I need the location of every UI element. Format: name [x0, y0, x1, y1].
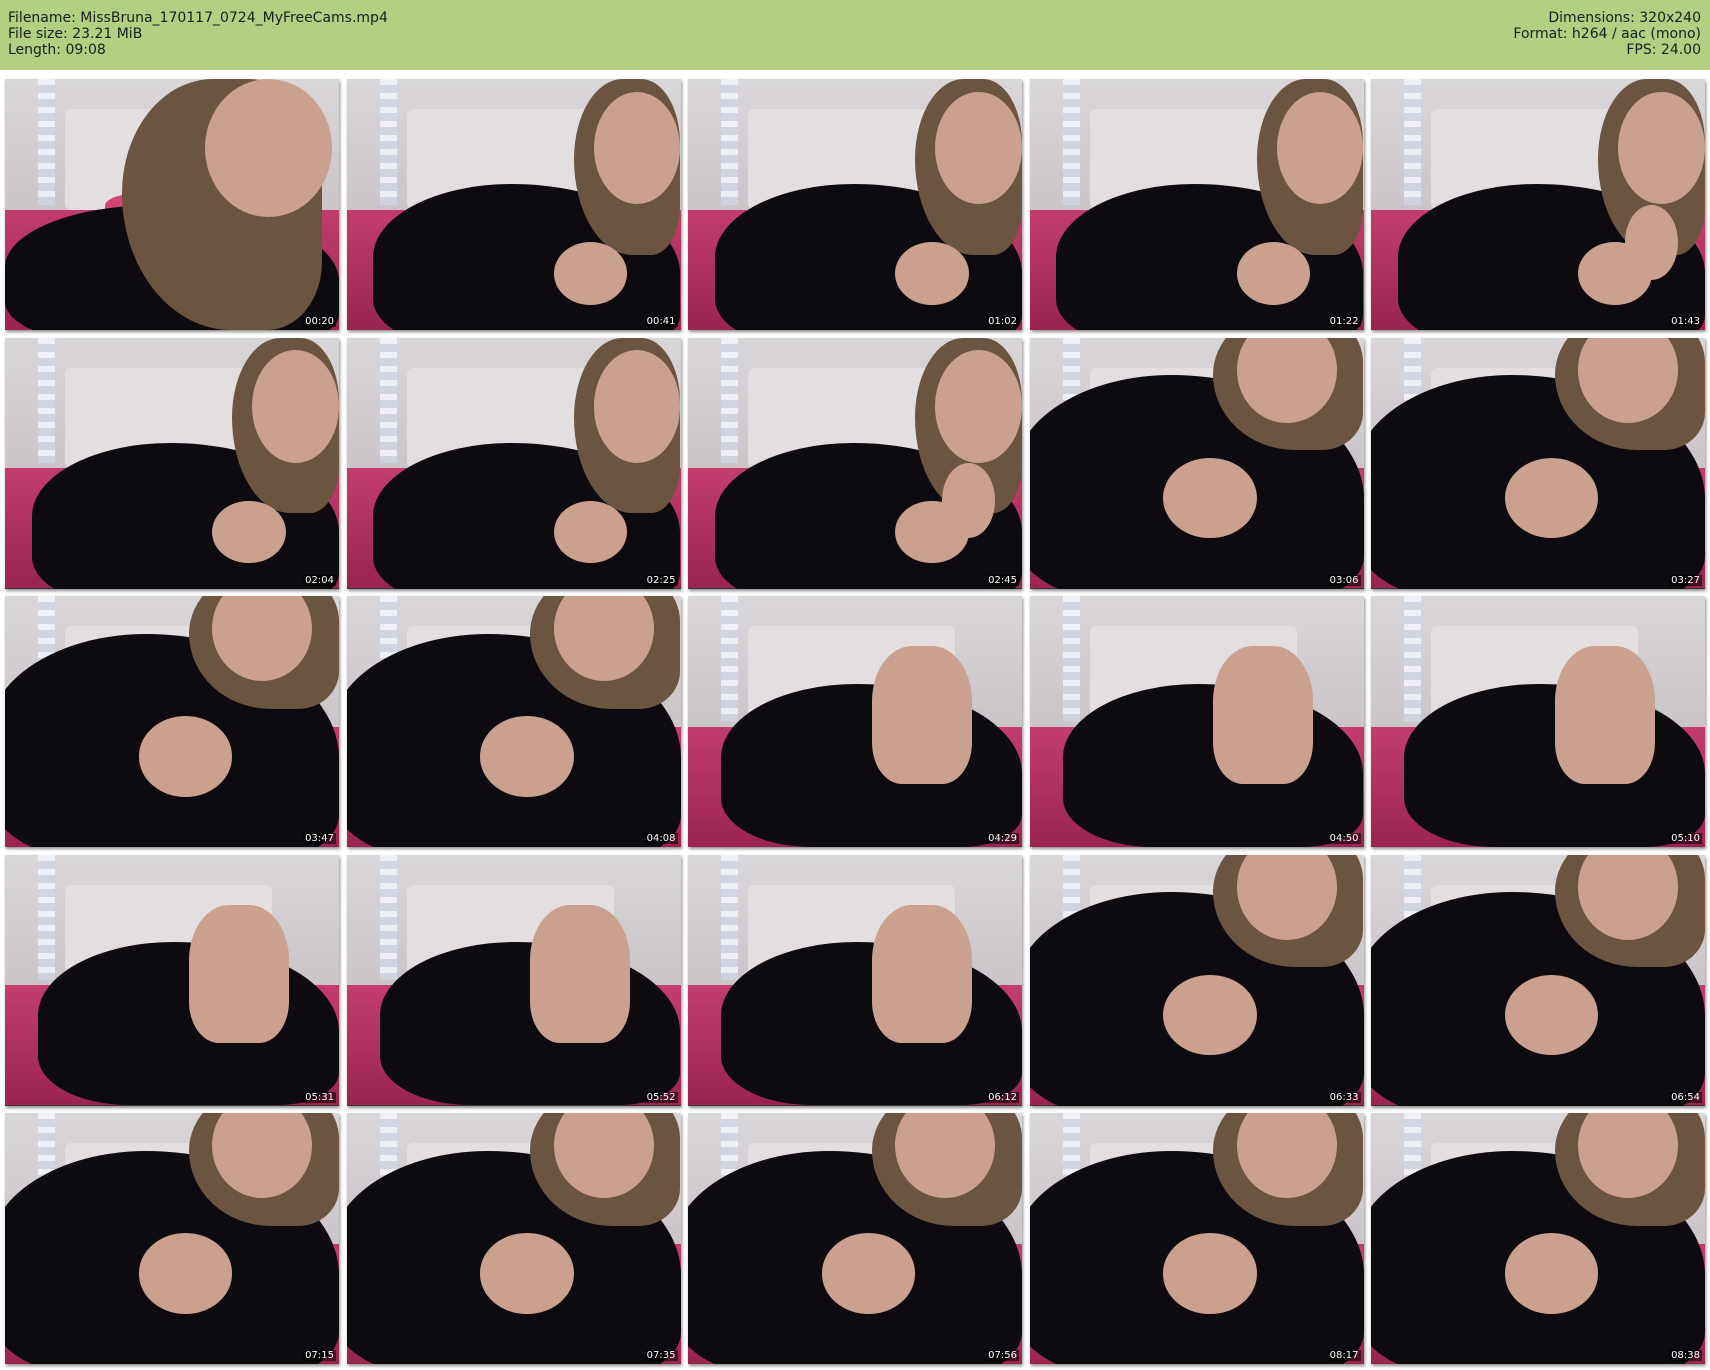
- thumbnail-image: [688, 337, 1022, 589]
- video-thumbnail[interactable]: 05:52: [346, 854, 681, 1106]
- thumbnail-timestamp: 08:38: [1669, 1350, 1702, 1361]
- format-text: Format: h264 / aac (mono): [1513, 26, 1701, 42]
- video-thumbnail[interactable]: 06:54: [1371, 854, 1705, 1106]
- thumbnail-timestamp: 02:04: [303, 574, 336, 586]
- video-thumbnail[interactable]: 05:31: [5, 854, 339, 1106]
- thumbnail-timestamp: 02:45: [986, 574, 1019, 586]
- thumbnail-timestamp: 02:25: [644, 574, 678, 586]
- video-thumbnail[interactable]: 04:29: [688, 596, 1022, 847]
- file-info: Filename: MissBruna_170117_0724_MyFreeCa…: [8, 10, 388, 58]
- dimensions-text: Dimensions: 320x240: [1548, 10, 1701, 26]
- thumbnail-image: [688, 854, 1022, 1106]
- thumbnail-timestamp: 04:29: [986, 833, 1019, 844]
- thumbnail-timestamp: 07:56: [986, 1350, 1019, 1361]
- fps-text: FPS: 24.00: [1626, 42, 1701, 58]
- thumbnail-image: [5, 337, 339, 589]
- thumbnail-image: [1029, 596, 1364, 847]
- thumbnail-timestamp: 03:47: [303, 833, 336, 844]
- video-thumbnail[interactable]: 02:45: [688, 337, 1022, 589]
- thumbnail-image: [688, 596, 1022, 847]
- thumbnail-image: [1029, 337, 1364, 589]
- video-thumbnail[interactable]: 01:43: [1371, 79, 1705, 330]
- video-thumbnail[interactable]: 03:47: [5, 596, 339, 847]
- thumbnail-timestamp: 05:52: [644, 1091, 678, 1103]
- thumbnail-timestamp: 05:10: [1669, 833, 1702, 844]
- thumbnail-image: [1029, 1113, 1364, 1364]
- thumbnail-image: [5, 854, 339, 1106]
- thumbnail-timestamp: 03:06: [1327, 574, 1361, 586]
- thumbnail-image: [1371, 1113, 1705, 1364]
- thumbnail-timestamp: 00:41: [644, 316, 678, 327]
- video-thumbnail[interactable]: 06:33: [1029, 854, 1364, 1106]
- video-thumbnail[interactable]: 07:56: [688, 1113, 1022, 1364]
- video-thumbnail[interactable]: 07:15: [5, 1113, 339, 1364]
- thumbnail-image: [1029, 854, 1364, 1106]
- thumbnail-timestamp: 07:15: [303, 1350, 336, 1361]
- video-thumbnail[interactable]: 03:27: [1371, 337, 1705, 589]
- video-thumbnail[interactable]: 08:17: [1029, 1113, 1364, 1364]
- video-thumbnail[interactable]: 01:02: [688, 79, 1022, 330]
- thumbnail-image: [1371, 596, 1705, 847]
- thumbnail-timestamp: 01:02: [986, 316, 1019, 327]
- video-thumbnail[interactable]: 04:08: [346, 596, 681, 847]
- thumbnail-timestamp: 01:22: [1327, 316, 1361, 327]
- video-thumbnail[interactable]: 00:20: [5, 79, 339, 330]
- thumbnail-timestamp: 06:33: [1327, 1091, 1361, 1103]
- thumbnail-timestamp: 04:08: [644, 833, 678, 844]
- thumbnail-timestamp: 00:20: [303, 316, 336, 327]
- thumbnail-timestamp: 07:35: [644, 1350, 678, 1361]
- thumbnail-image: [1371, 337, 1705, 589]
- thumbnail-timestamp: 03:27: [1669, 574, 1702, 586]
- thumbnail-timestamp: 06:12: [986, 1091, 1019, 1103]
- thumbnail-timestamp: 08:17: [1327, 1350, 1361, 1361]
- thumbnail-image: [1371, 854, 1705, 1106]
- thumbnail-image: [346, 1113, 681, 1364]
- thumbnail-timestamp: 06:54: [1669, 1091, 1702, 1103]
- thumbnail-image: [1029, 79, 1364, 330]
- video-thumbnail[interactable]: 03:06: [1029, 337, 1364, 589]
- filesize-text: File size: 23.21 MiB: [8, 26, 143, 42]
- video-thumbnail[interactable]: 05:10: [1371, 596, 1705, 847]
- video-thumbnail[interactable]: 07:35: [346, 1113, 681, 1364]
- thumbnail-image: [1371, 79, 1705, 330]
- video-thumbnail[interactable]: 00:41: [346, 79, 681, 330]
- thumbnail-image: [5, 596, 339, 847]
- thumbnail-grid: 00:20 00:41 01:02 01:22 01:43 02:04 02:25 02:45…: [0, 79, 1710, 1367]
- info-header: Filename: MissBruna_170117_0724_MyFreeCa…: [0, 0, 1710, 70]
- thumbnail-image: [5, 79, 339, 330]
- length-text: Length: 09:08: [8, 42, 106, 58]
- filename-text: Filename: MissBruna_170117_0724_MyFreeCa…: [8, 10, 388, 26]
- video-thumbnail[interactable]: 02:04: [5, 337, 339, 589]
- media-info: Dimensions: 320x240 Format: h264 / aac (…: [1513, 10, 1701, 58]
- video-thumbnail[interactable]: 02:25: [346, 337, 681, 589]
- video-thumbnail[interactable]: 01:22: [1029, 79, 1364, 330]
- thumbnail-image: [346, 854, 681, 1106]
- thumbnail-timestamp: 04:50: [1327, 833, 1361, 844]
- video-thumbnail[interactable]: 06:12: [688, 854, 1022, 1106]
- thumbnail-timestamp: 05:31: [303, 1091, 336, 1103]
- thumbnail-image: [5, 1113, 339, 1364]
- thumbnail-image: [346, 79, 681, 330]
- thumbnail-image: [688, 79, 1022, 330]
- thumbnail-image: [346, 337, 681, 589]
- thumbnail-image: [346, 596, 681, 847]
- video-thumbnail[interactable]: 04:50: [1029, 596, 1364, 847]
- video-thumbnail[interactable]: 08:38: [1371, 1113, 1705, 1364]
- thumbnail-timestamp: 01:43: [1669, 316, 1702, 327]
- thumbnail-image: [688, 1113, 1022, 1364]
